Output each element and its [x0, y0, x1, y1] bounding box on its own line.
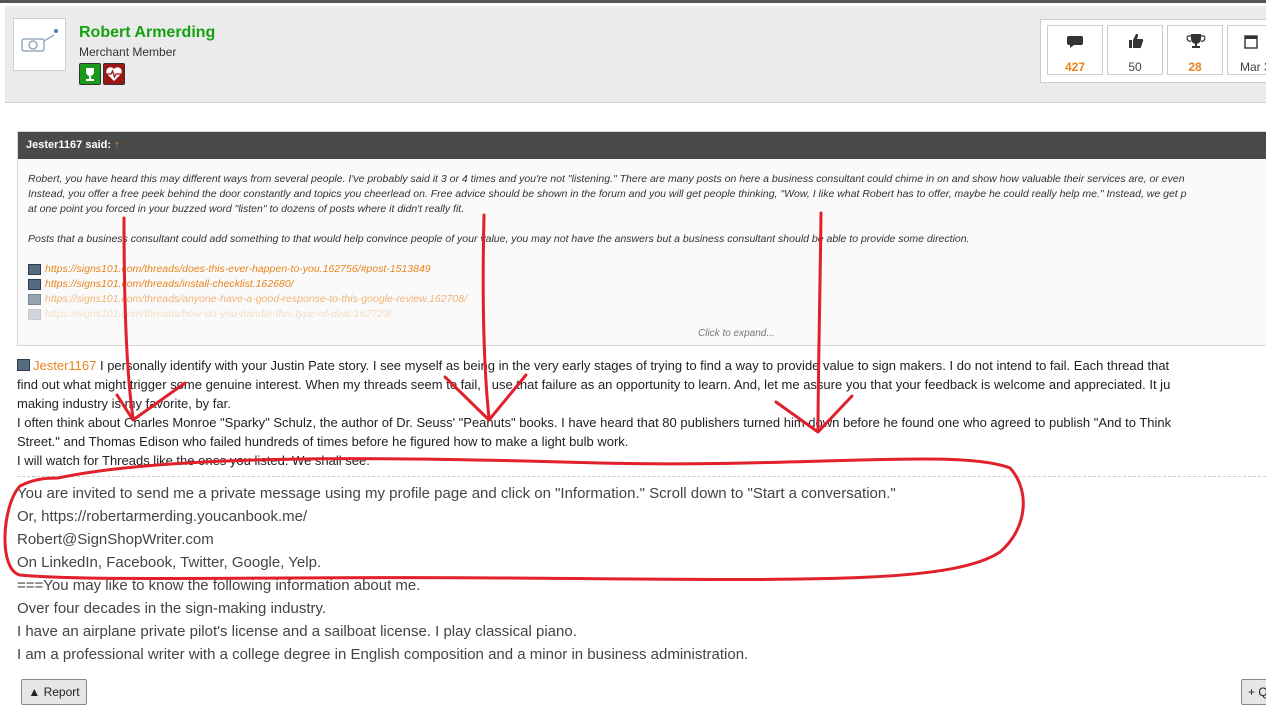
warning-icon: ▲ [28, 685, 41, 699]
likes-count: 50 [1128, 60, 1142, 74]
post-line: making industry is my favorite, by far. [17, 396, 231, 411]
calendar-icon [1244, 35, 1258, 49]
post-line: find out what might trigger some genuine… [17, 377, 1171, 392]
thread-thumbnail-icon [28, 279, 41, 290]
thread-link[interactable]: https://signs101.com/threads/does-this-e… [28, 262, 467, 277]
thumbs-up-icon [1129, 33, 1144, 49]
quote-line: at one point you forced in your buzzed w… [28, 203, 465, 215]
quote-block: Jester1167 said: ↑ Robert, you have hear… [17, 131, 1266, 346]
signature-line: ===You may like to know the following in… [17, 577, 421, 594]
stat-likes[interactable]: 50 [1107, 25, 1163, 75]
stat-messages[interactable]: 427 [1047, 25, 1103, 75]
trophies-count: 28 [1188, 60, 1202, 74]
signature-line: On LinkedIn, Facebook, Twitter, Google, … [17, 554, 322, 571]
post-body: Jester1167 I personally identify with yo… [17, 356, 1266, 470]
user-title: Merchant Member [79, 45, 177, 59]
messages-count: 427 [1064, 60, 1086, 74]
username[interactable]: Robert Armerding [79, 24, 215, 42]
post-line: I often think about Charles Monroe "Spar… [17, 415, 1172, 430]
trophy-badge-icon[interactable] [79, 63, 101, 85]
post-line: Jester1167 I personally identify with yo… [17, 356, 1266, 375]
thread-link[interactable]: https://signs101.com/threads/anyone-have… [28, 292, 467, 307]
trophy-icon [1186, 34, 1206, 48]
stat-trophies[interactable]: 28 [1167, 25, 1223, 75]
post-line: I will watch for Threads like the ones y… [17, 453, 370, 468]
heartbeat-badge-icon[interactable] [103, 63, 125, 85]
quote-author[interactable]: Jester1167 said: [26, 139, 111, 151]
signature-line: Robert@SignShopWriter.com [17, 531, 214, 548]
thread-thumbnail-icon [28, 309, 41, 320]
quote-links: https://signs101.com/threads/does-this-e… [28, 262, 467, 322]
signature-line: I am a professional writer with a colleg… [17, 646, 749, 663]
quote-text: Robert, you have heard this may differen… [28, 172, 1266, 247]
joined-date: Mar 3 [1240, 60, 1266, 74]
jump-to-quote-icon[interactable]: ↑ [114, 139, 120, 151]
report-button[interactable]: ▲ Report [21, 679, 87, 705]
signature-line: I have an airplane private pilot's licen… [17, 623, 577, 640]
quote-line: Instead, you offer a free peek behind th… [28, 188, 1187, 200]
top-border [0, 0, 1266, 3]
thread-thumbnail-icon [28, 294, 41, 305]
quote-line [28, 217, 1266, 232]
signature-divider [17, 476, 1266, 477]
click-to-expand[interactable]: Click to expand... [698, 328, 775, 339]
avatar-image-icon [21, 29, 58, 52]
stat-joined[interactable]: Mar 3 [1227, 25, 1266, 75]
signature-line: Over four decades in the sign-making ind… [17, 600, 327, 617]
avatar[interactable] [13, 18, 66, 71]
thread-link[interactable]: https://signs101.com/threads/how-do-you-… [28, 307, 467, 322]
signature-line: You are invited to send me a private mes… [17, 485, 896, 502]
quote-line: Posts that a business consultant could a… [28, 233, 970, 245]
user-mention[interactable]: Jester1167 [33, 358, 96, 373]
post-header: Robert Armerding Merchant Member 427 50 … [5, 6, 1266, 103]
mention-avatar-icon [17, 359, 30, 371]
signature: You are invited to send me a private mes… [17, 482, 896, 666]
post-line: Street." and Thomas Edison who failed hu… [17, 434, 629, 449]
quote-line: Robert, you have heard this may differen… [28, 173, 1185, 185]
thread-thumbnail-icon [28, 264, 41, 275]
signature-line: Or, https://robertarmerding.youcanbook.m… [17, 508, 308, 525]
user-stats: 427 50 28 Mar 3 [1040, 19, 1266, 83]
thread-link[interactable]: https://signs101.com/threads/install-che… [28, 277, 467, 292]
messages-icon [1067, 36, 1083, 48]
quote-header: Jester1167 said: ↑ [18, 132, 1266, 159]
quote-button[interactable]: + Q [1241, 679, 1266, 705]
